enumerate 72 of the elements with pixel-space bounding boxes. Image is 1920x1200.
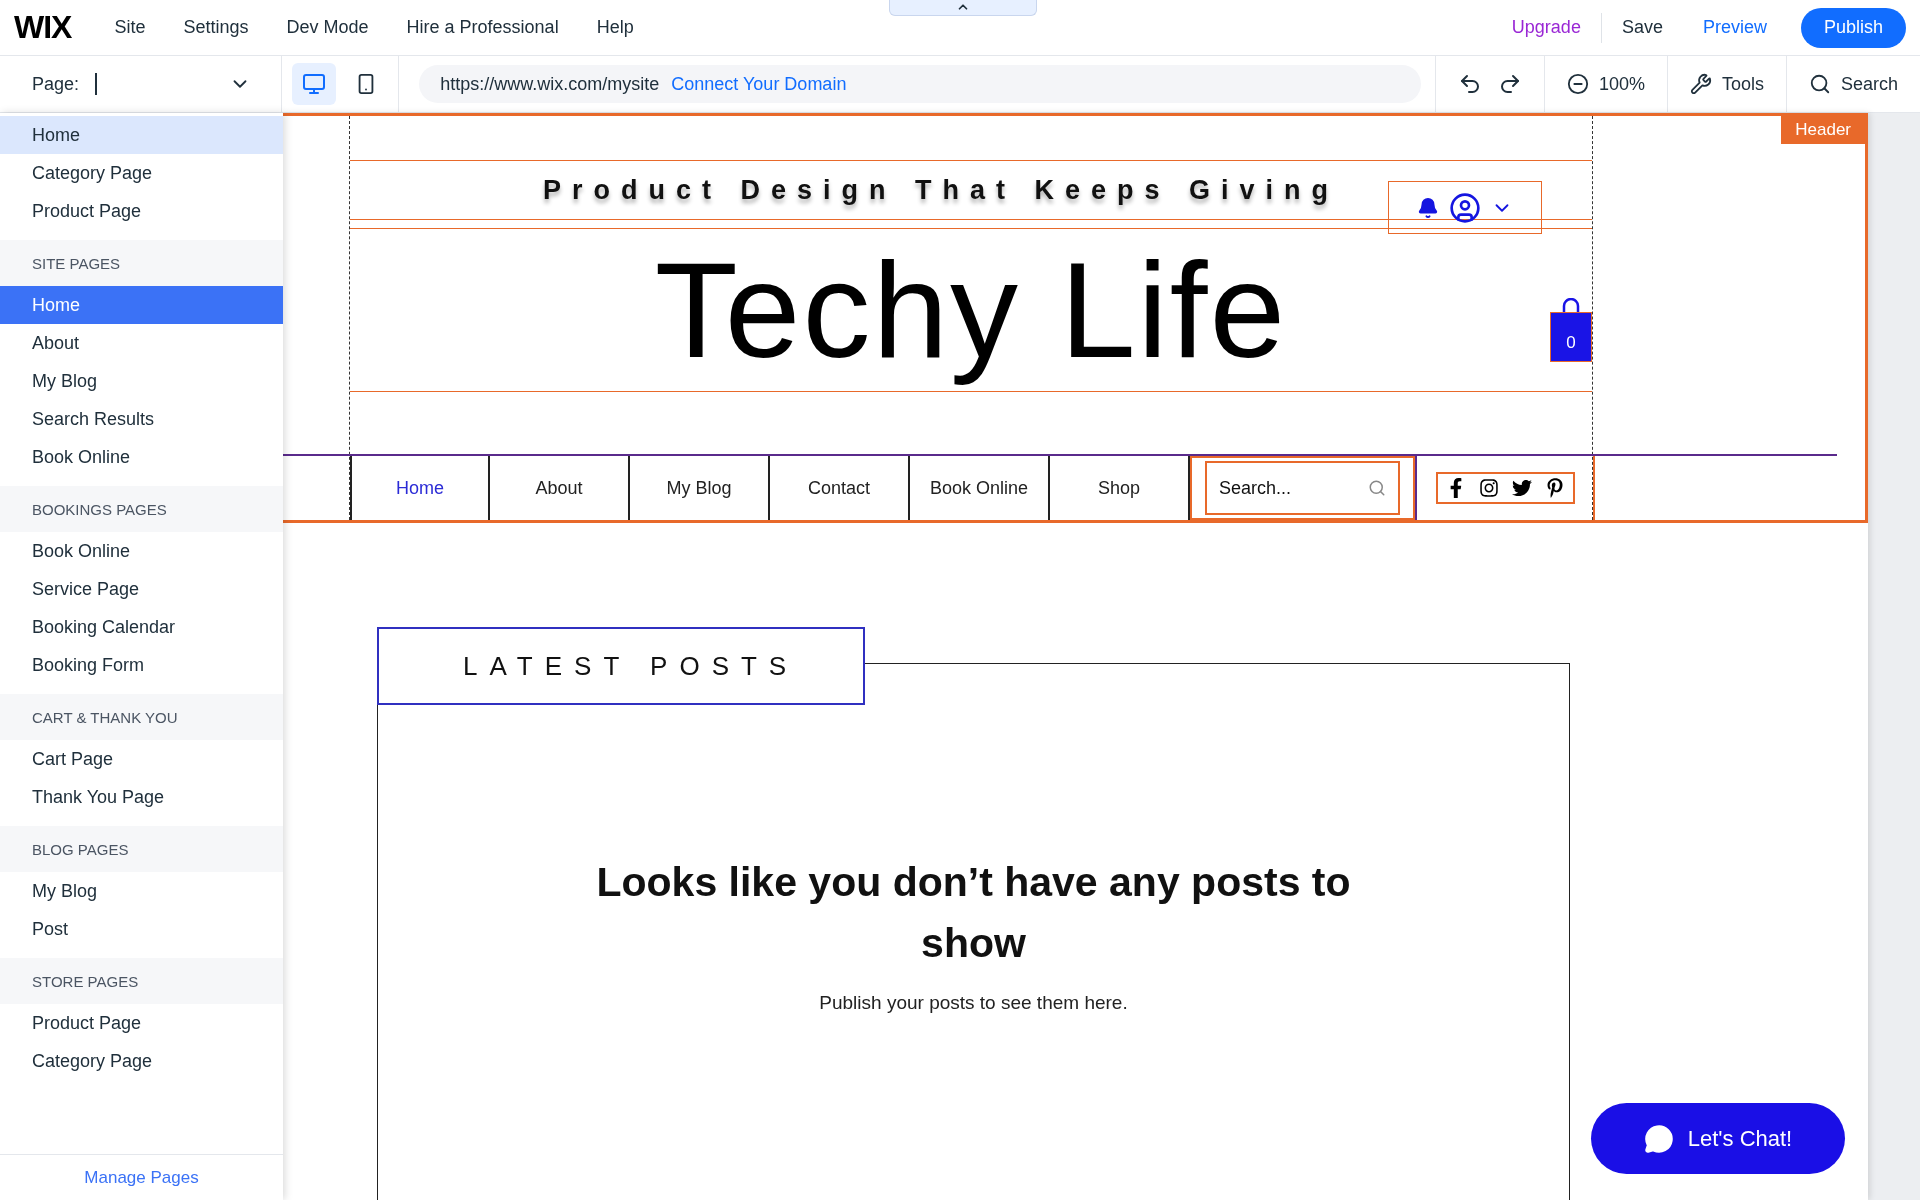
wrench-icon bbox=[1689, 73, 1712, 95]
tagline: Product Design That Keeps Giving bbox=[542, 174, 1340, 206]
url-bar[interactable]: https://www.wix.com/mysite Connect Your Domain bbox=[419, 65, 1421, 103]
avatar-icon bbox=[1449, 191, 1481, 224]
site-search-field[interactable]: Search... bbox=[1205, 461, 1400, 515]
bag-handle-icon bbox=[1561, 298, 1581, 312]
page-item[interactable]: About bbox=[0, 324, 283, 362]
page-item[interactable]: Home bbox=[0, 116, 283, 154]
search-icon bbox=[1368, 479, 1386, 497]
wix-logo[interactable]: WIX bbox=[14, 9, 72, 46]
preview-button[interactable]: Preview bbox=[1682, 17, 1787, 38]
page-item[interactable]: Cart Page bbox=[0, 740, 283, 778]
section-header: BOOKINGS PAGES bbox=[0, 486, 283, 532]
bell-icon bbox=[1417, 196, 1439, 219]
site-url: https://www.wix.com/mysite bbox=[440, 73, 660, 95]
nav-link[interactable]: Book Online bbox=[910, 456, 1050, 520]
chat-button[interactable]: Let's Chat! bbox=[1591, 1103, 1845, 1174]
page-dropdown[interactable]: Page: bbox=[0, 56, 283, 112]
member-widget[interactable] bbox=[1388, 181, 1542, 234]
empty-state-text: Publish your posts to see them here. bbox=[819, 992, 1128, 1014]
upgrade-link[interactable]: Upgrade bbox=[1491, 17, 1601, 38]
page-item[interactable]: Thank You Page bbox=[0, 778, 283, 816]
page-item[interactable]: Book Online bbox=[0, 438, 283, 476]
tools-button[interactable]: Tools bbox=[1689, 73, 1764, 95]
page-item[interactable]: Booking Form bbox=[0, 646, 283, 684]
menu-item[interactable]: Help bbox=[577, 17, 653, 38]
nav-link[interactable]: Home bbox=[350, 456, 490, 520]
section-header: BLOG PAGES bbox=[0, 826, 283, 872]
page-item[interactable]: Home bbox=[0, 286, 283, 324]
save-button[interactable]: Save bbox=[1601, 17, 1683, 38]
twitter-icon[interactable] bbox=[1511, 478, 1532, 498]
zoom-button[interactable]: 100% bbox=[1566, 73, 1645, 95]
search-button[interactable]: Search bbox=[1808, 73, 1898, 95]
cart-count: 0 bbox=[1566, 333, 1576, 353]
nav-link[interactable]: Shop bbox=[1050, 456, 1190, 520]
page-item[interactable]: My Blog bbox=[0, 362, 283, 400]
instagram-icon[interactable] bbox=[1478, 478, 1499, 498]
page-label: Page: bbox=[32, 73, 80, 95]
page-item[interactable]: Book Online bbox=[0, 532, 283, 570]
page-item[interactable]: Product Page bbox=[0, 192, 283, 230]
menu-item[interactable]: Site bbox=[95, 17, 165, 38]
publish-button[interactable]: Publish bbox=[1800, 7, 1906, 48]
menu-item[interactable]: Hire a Professional bbox=[387, 17, 578, 38]
menu-item[interactable]: Settings bbox=[164, 17, 268, 38]
text-cursor bbox=[95, 73, 98, 95]
collapse-handle[interactable] bbox=[889, 0, 1037, 16]
connect-domain-link[interactable]: Connect Your Domain bbox=[671, 73, 847, 95]
page-item[interactable]: Post bbox=[0, 910, 283, 948]
site-title: Techy Life bbox=[654, 233, 1288, 388]
page-item[interactable]: Category Page bbox=[0, 154, 283, 192]
page-item[interactable]: My Blog bbox=[0, 872, 283, 910]
page-item[interactable]: Service Page bbox=[0, 570, 283, 608]
page-item[interactable]: Product Page bbox=[0, 1004, 283, 1042]
manage-pages-link[interactable]: Manage Pages bbox=[84, 1167, 199, 1188]
nav-link[interactable]: Contact bbox=[770, 456, 910, 520]
section-header: SITE PAGES bbox=[0, 240, 283, 286]
section-header: STORE PAGES bbox=[0, 958, 283, 1004]
menu-item[interactable]: Dev Mode bbox=[267, 17, 388, 38]
zoom-out-icon bbox=[1566, 73, 1589, 95]
section-header: CART & THANK YOU bbox=[0, 694, 283, 740]
desktop-view-button[interactable] bbox=[292, 63, 337, 105]
empty-state-title: Looks like you don’t have any posts to show bbox=[595, 858, 1352, 968]
page-item[interactable]: Booking Calendar bbox=[0, 608, 283, 646]
page-item[interactable]: Search Results bbox=[0, 400, 283, 438]
header-tag: Header bbox=[1781, 116, 1865, 144]
page-item[interactable]: Category Page bbox=[0, 1042, 283, 1080]
nav-link[interactable]: About bbox=[490, 456, 630, 520]
desktop-icon bbox=[302, 72, 327, 96]
chat-icon bbox=[1643, 1123, 1674, 1154]
nav-link[interactable]: My Blog bbox=[630, 456, 770, 520]
search-icon bbox=[1808, 73, 1831, 95]
section-title: LATEST POSTS bbox=[463, 650, 799, 682]
